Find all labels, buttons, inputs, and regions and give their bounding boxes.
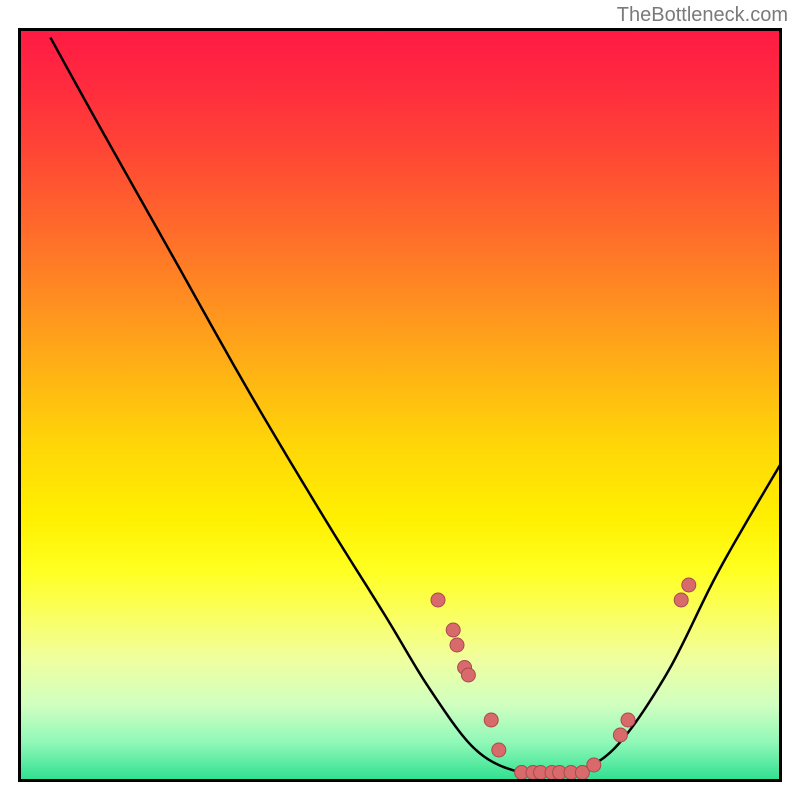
data-marker	[674, 593, 688, 607]
data-marker	[450, 638, 464, 652]
data-marker	[682, 578, 696, 592]
chart-svg	[18, 28, 782, 782]
data-marker	[446, 623, 460, 637]
data-marker	[613, 728, 627, 742]
data-marker	[484, 713, 498, 727]
data-marker	[492, 743, 506, 757]
data-marker	[461, 668, 475, 682]
chart-container: { "attribution": "TheBottleneck.com", "c…	[0, 0, 800, 800]
data-marker	[621, 713, 635, 727]
data-marker	[431, 593, 445, 607]
data-marker	[587, 758, 601, 772]
gradient-background	[20, 30, 780, 780]
attribution-text: TheBottleneck.com	[617, 4, 788, 27]
